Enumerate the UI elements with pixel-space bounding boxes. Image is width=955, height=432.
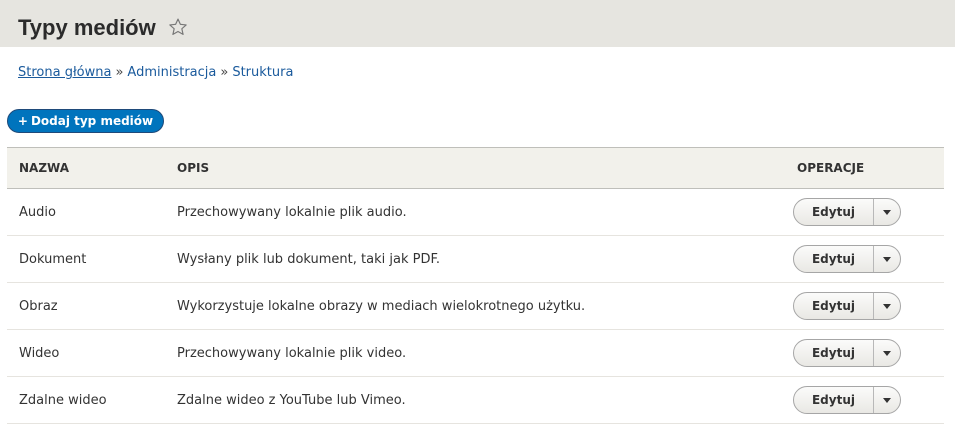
breadcrumb-separator: » [115,65,124,80]
add-media-type-button[interactable]: + Dodaj typ mediów [7,109,164,133]
caret-down-icon [883,303,891,309]
media-types-table: NAZWA OPIS OPERACJE Audio Przechowywany l… [7,147,944,424]
media-type-name: Zdalne wideo [7,376,165,424]
media-type-name: Wideo [7,329,165,377]
breadcrumb-link-admin[interactable]: Administracja [127,65,216,80]
operations-toggle-button[interactable] [874,293,900,319]
page-title: Typy mediów [18,15,156,40]
edit-button[interactable]: Edytuj [794,387,874,413]
breadcrumb: Strona główna» Administracja» Struktura [18,65,293,80]
operations-cell: Edytuj [785,235,944,283]
operations-toggle-button[interactable] [874,246,900,272]
media-type-description: Wysłany plik lub dokument, taki jak PDF. [165,235,785,283]
edit-button[interactable]: Edytuj [794,340,874,366]
operations-cell: Edytuj [785,282,944,330]
column-header-name[interactable]: NAZWA [7,147,165,189]
operations-dropbutton: Edytuj [793,386,901,414]
operations-toggle-button[interactable] [874,340,900,366]
operations-cell: Edytuj [785,376,944,424]
add-media-type-label: Dodaj typ mediów [30,114,154,128]
operations-dropbutton: Edytuj [793,245,901,273]
page-header: Typy mediów [0,0,955,47]
operations-dropbutton: Edytuj [793,198,901,226]
edit-button[interactable]: Edytuj [794,199,874,225]
media-type-name: Audio [7,188,165,236]
table-row: Obraz Wykorzystuje lokalne obrazy w media… [7,282,944,330]
table-header-row: NAZWA OPIS OPERACJE [7,147,944,189]
breadcrumb-separator: » [220,65,229,80]
breadcrumb-link-home[interactable]: Strona główna [18,65,111,80]
column-header-operations: OPERACJE [785,147,944,189]
media-type-description: Przechowywany lokalnie plik video. [165,329,785,377]
media-type-description: Wykorzystuje lokalne obrazy w mediach wi… [165,282,785,330]
caret-down-icon [883,350,891,356]
operations-cell: Edytuj [785,329,944,377]
media-type-description: Przechowywany lokalnie plik audio. [165,188,785,236]
operations-dropbutton: Edytuj [793,292,901,320]
table-row: Dokument Wysłany plik lub dokument, taki … [7,235,944,283]
caret-down-icon [883,209,891,215]
edit-button[interactable]: Edytuj [794,293,874,319]
table-row: Zdalne wideo Zdalne wideo z YouTube lub V… [7,376,944,424]
operations-dropbutton: Edytuj [793,339,901,367]
operations-toggle-button[interactable] [874,387,900,413]
caret-down-icon [883,256,891,262]
column-header-description: OPIS [165,147,785,189]
breadcrumb-link-structure[interactable]: Struktura [232,65,293,80]
caret-down-icon [883,397,891,403]
media-type-name: Dokument [7,235,165,283]
operations-toggle-button[interactable] [874,199,900,225]
table-row: Wideo Przechowywany lokalnie plik video. E… [7,329,944,377]
media-type-description: Zdalne wideo z YouTube lub Vimeo. [165,376,785,424]
operations-cell: Edytuj [785,188,944,236]
edit-button[interactable]: Edytuj [794,246,874,272]
plus-icon: + [17,114,28,128]
table-row: Audio Przechowywany lokalnie plik audio. E… [7,188,944,236]
media-type-name: Obraz [7,282,165,330]
star-icon[interactable] [168,17,188,37]
